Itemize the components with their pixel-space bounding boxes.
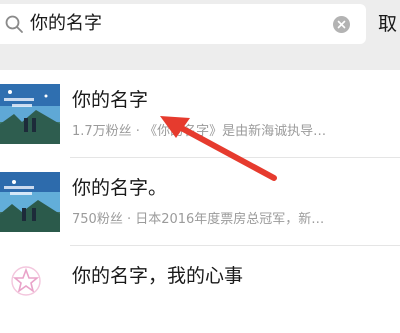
result-title: 你的名字，我的心事 xyxy=(72,265,244,287)
list-top-gap xyxy=(0,50,400,70)
list-item[interactable]: 你的名字 1.7万粉丝 · 《你的名字》是由新海诚执导… xyxy=(0,70,400,157)
result-thumbnail xyxy=(0,172,60,232)
search-results-list: 你的名字 1.7万粉丝 · 《你的名字》是由新海诚执导… 你的名字。 750粉丝… xyxy=(0,70,400,300)
clear-icon[interactable] xyxy=(333,16,350,33)
result-subtitle: 750粉丝 · 日本2016年度票房总冠军，新… xyxy=(72,212,325,227)
result-title: 你的名字。 xyxy=(72,177,168,199)
search-bar: 你的名字 取 xyxy=(0,0,400,50)
result-thumbnail xyxy=(0,260,60,300)
search-query-text: 你的名字 xyxy=(30,13,102,34)
search-icon xyxy=(5,15,23,33)
result-title: 你的名字 xyxy=(72,89,149,111)
result-subtitle: 1.7万粉丝 · 《你的名字》是由新海诚执导… xyxy=(72,124,327,139)
list-item[interactable]: 你的名字。 750粉丝 · 日本2016年度票房总冠军，新… xyxy=(0,158,400,245)
cancel-button[interactable]: 取 xyxy=(378,12,397,36)
list-item[interactable]: 你的名字，我的心事 xyxy=(0,246,400,333)
search-input[interactable]: 你的名字 xyxy=(0,4,366,44)
result-thumbnail xyxy=(0,84,60,144)
